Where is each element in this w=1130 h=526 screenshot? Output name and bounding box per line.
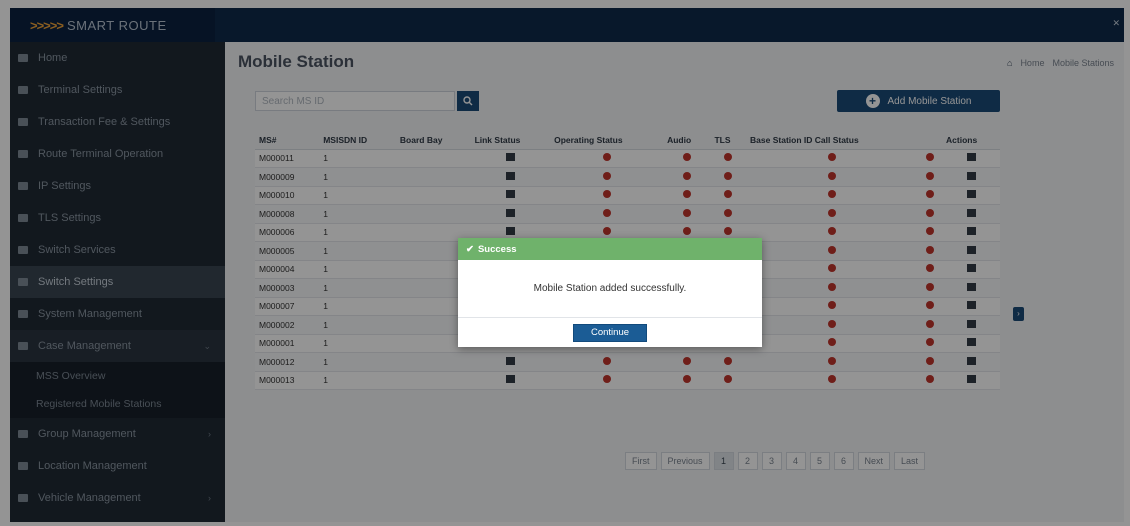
dialog-title: Success — [477, 243, 517, 255]
check-icon: ✔ — [466, 243, 474, 255]
dialog-header: ✔ Success — [458, 238, 762, 260]
dialog-message: Mobile Station added successfully. — [458, 260, 762, 318]
dialog-footer: Continue — [458, 318, 762, 347]
continue-button[interactable]: Continue — [573, 323, 647, 342]
app-frame: ✕ >>>>> SMART ROUTE Home Terminal Setting… — [0, 0, 1130, 526]
success-dialog: ✔ Success Mobile Station added successfu… — [458, 238, 762, 347]
